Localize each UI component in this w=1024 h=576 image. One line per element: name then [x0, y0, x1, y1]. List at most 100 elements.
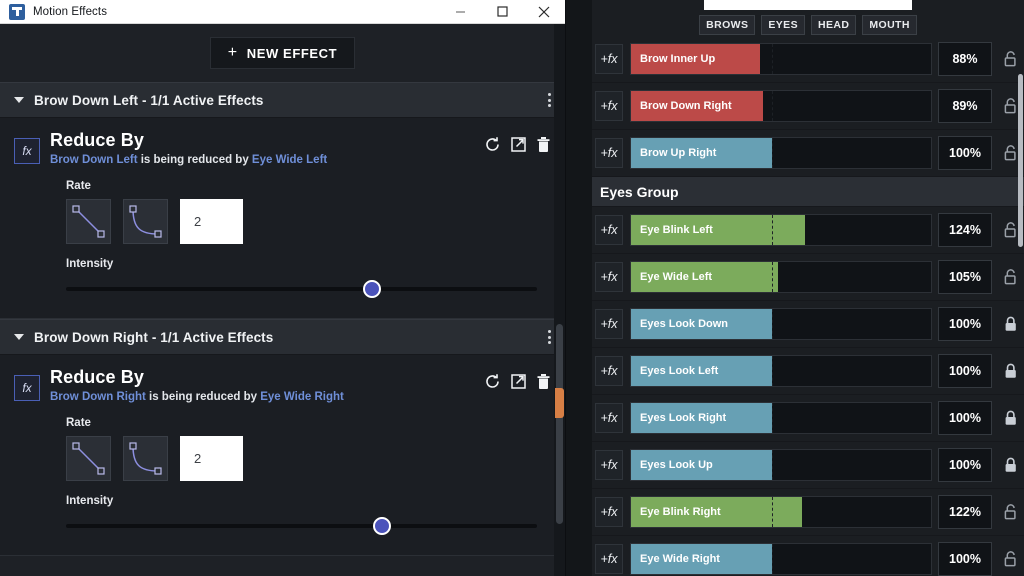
effect-text-block: Reduce By Brow Down Right is being reduc… — [50, 367, 484, 403]
tracker-row[interactable]: +fx Eyes Look Right 100% — [592, 395, 1024, 442]
kebab-menu-icon[interactable] — [548, 330, 551, 344]
tracker-row[interactable]: +fx Eyes Look Down 100% — [592, 301, 1024, 348]
tracker-value-field[interactable]: 100% — [938, 307, 992, 341]
rate-label: Rate — [66, 180, 91, 192]
tracker-value-field[interactable]: 105% — [938, 260, 992, 294]
add-fx-button[interactable]: +fx — [595, 544, 623, 574]
tab-brows[interactable]: BROWS — [699, 15, 756, 35]
tracker-row-label: Eyes Look Right — [640, 412, 727, 424]
panel-drag-handle[interactable] — [555, 388, 564, 418]
search-field-overflow[interactable] — [704, 0, 912, 10]
tracker-row[interactable]: +fx Eyes Look Up 100% — [592, 442, 1024, 489]
intensity-slider-track[interactable] — [66, 524, 537, 528]
effect-section-title: Brow Down Right - 1/1 Active Effects — [34, 329, 274, 345]
tracker-value-field[interactable]: 122% — [938, 495, 992, 529]
intensity-slider-knob[interactable] — [372, 517, 391, 535]
tab-mouth[interactable]: MOUTH — [862, 15, 917, 35]
add-fx-button[interactable]: +fx — [595, 497, 623, 527]
tracker-value-bar[interactable]: Eye Wide Right — [630, 543, 932, 575]
add-fx-button[interactable]: +fx — [595, 91, 623, 121]
effect-section-header[interactable]: Brow Down Left - 1/1 Active Effects — [0, 82, 565, 118]
add-fx-button[interactable]: +fx — [595, 450, 623, 480]
intensity-slider-knob[interactable] — [363, 280, 382, 298]
open-external-icon[interactable] — [510, 136, 527, 153]
tracker-value-bar[interactable]: Eye Wide Left — [630, 261, 932, 293]
trash-icon[interactable] — [536, 136, 551, 153]
add-fx-button[interactable]: +fx — [595, 309, 623, 339]
effect-section-header[interactable]: Brow Down Right - 1/1 Active Effects — [0, 319, 565, 355]
add-fx-button[interactable]: +fx — [595, 403, 623, 433]
caret-down-icon[interactable] — [14, 334, 24, 340]
tracker-value-bar[interactable]: Eyes Look Right — [630, 402, 932, 434]
category-tabs: BROWS EYES HEAD MOUTH — [592, 14, 1024, 36]
tracker-value-field[interactable]: 100% — [938, 448, 992, 482]
effect-target-link[interactable]: Eye Wide Left — [252, 154, 327, 166]
tracker-value-bar[interactable]: Eye Blink Right — [630, 496, 932, 528]
tracker-value-field[interactable]: 100% — [938, 136, 992, 170]
tracker-row[interactable]: +fx Brow Down Right 89% — [592, 83, 1024, 130]
left-panel-scrollbar[interactable] — [554, 24, 565, 576]
add-fx-button[interactable]: +fx — [595, 138, 623, 168]
add-fx-button[interactable]: +fx — [595, 262, 623, 292]
effect-action-icons — [484, 136, 551, 153]
tracker-value-bar[interactable]: Brow Down Right — [630, 90, 932, 122]
tracker-row[interactable]: +fx Brow Inner Up 88% — [592, 36, 1024, 83]
tracker-scrollbar[interactable] — [1017, 36, 1024, 576]
effect-title: Reduce By — [50, 130, 144, 150]
tracker-row[interactable]: +fx Eye Blink Left 124% — [592, 207, 1024, 254]
tracker-value-bar[interactable]: Eye Blink Left — [630, 214, 932, 246]
curve-linear-icon[interactable] — [66, 436, 111, 481]
reset-icon[interactable] — [484, 373, 501, 390]
tracker-value-bar[interactable]: Brow Inner Up — [630, 43, 932, 75]
intensity-slider[interactable] — [66, 515, 537, 537]
tracker-value-bar[interactable]: Brow Up Right — [630, 137, 932, 169]
close-icon[interactable] — [523, 0, 565, 24]
curve-ease-icon[interactable] — [123, 199, 168, 244]
left-scrollbar-thumb[interactable] — [556, 324, 563, 524]
caret-down-icon[interactable] — [14, 97, 24, 103]
tracker-row-label: Eye Blink Right — [640, 506, 721, 518]
reset-icon[interactable] — [484, 136, 501, 153]
panel-gutter — [566, 0, 592, 576]
tracker-value-field[interactable]: 100% — [938, 354, 992, 388]
window-title: Motion Effects — [33, 5, 108, 18]
tracker-value-bar[interactable]: Eyes Look Down — [630, 308, 932, 340]
maximize-icon[interactable] — [481, 0, 523, 24]
tracker-value-bar[interactable]: Eyes Look Left — [630, 355, 932, 387]
tracker-value-field[interactable]: 88% — [938, 42, 992, 76]
tracker-row[interactable]: +fx Eye Wide Right 100% — [592, 536, 1024, 576]
tracker-value-bar[interactable]: Eyes Look Up — [630, 449, 932, 481]
open-external-icon[interactable] — [510, 373, 527, 390]
tracker-row[interactable]: +fx Eye Wide Left 105% — [592, 254, 1024, 301]
curve-ease-icon[interactable] — [123, 436, 168, 481]
tracker-row[interactable]: +fx Brow Up Right 100% — [592, 130, 1024, 177]
tracker-scrollbar-thumb[interactable] — [1018, 74, 1023, 247]
effect-source-link[interactable]: Brow Down Right — [50, 391, 146, 403]
new-effect-button[interactable]: + NEW EFFECT — [209, 37, 356, 69]
tracker-value-field[interactable]: 100% — [938, 542, 992, 576]
effect-source-link[interactable]: Brow Down Left — [50, 154, 138, 166]
effect-target-link[interactable]: Eye Wide Right — [260, 391, 344, 403]
rate-input[interactable]: 2 — [180, 436, 243, 481]
rate-input[interactable]: 2 — [180, 199, 243, 244]
minimize-icon[interactable] — [439, 0, 481, 24]
trash-icon[interactable] — [536, 373, 551, 390]
tracker-group-header[interactable]: Eyes Group — [592, 177, 1024, 207]
intensity-slider-track[interactable] — [66, 287, 537, 291]
add-fx-button[interactable]: +fx — [595, 44, 623, 74]
tracker-value-field[interactable]: 89% — [938, 89, 992, 123]
tab-head[interactable]: HEAD — [811, 15, 857, 35]
tracker-value-field[interactable]: 100% — [938, 401, 992, 435]
add-fx-button[interactable]: +fx — [595, 356, 623, 386]
tracker-row[interactable]: +fx Eye Blink Right 122% — [592, 489, 1024, 536]
tracker-rows: +fx Brow Inner Up 88% +fx Brow Down Right 89%… — [592, 36, 1024, 576]
add-fx-button[interactable]: +fx — [595, 215, 623, 245]
curve-linear-icon[interactable] — [66, 199, 111, 244]
tab-eyes[interactable]: EYES — [761, 15, 805, 35]
tracker-value-field[interactable]: 124% — [938, 213, 992, 247]
tracker-bar-neutral-marker — [772, 215, 773, 245]
kebab-menu-icon[interactable] — [548, 93, 551, 107]
intensity-slider[interactable] — [66, 278, 537, 300]
tracker-row[interactable]: +fx Eyes Look Left 100% — [592, 348, 1024, 395]
intensity-label: Intensity — [66, 258, 114, 270]
